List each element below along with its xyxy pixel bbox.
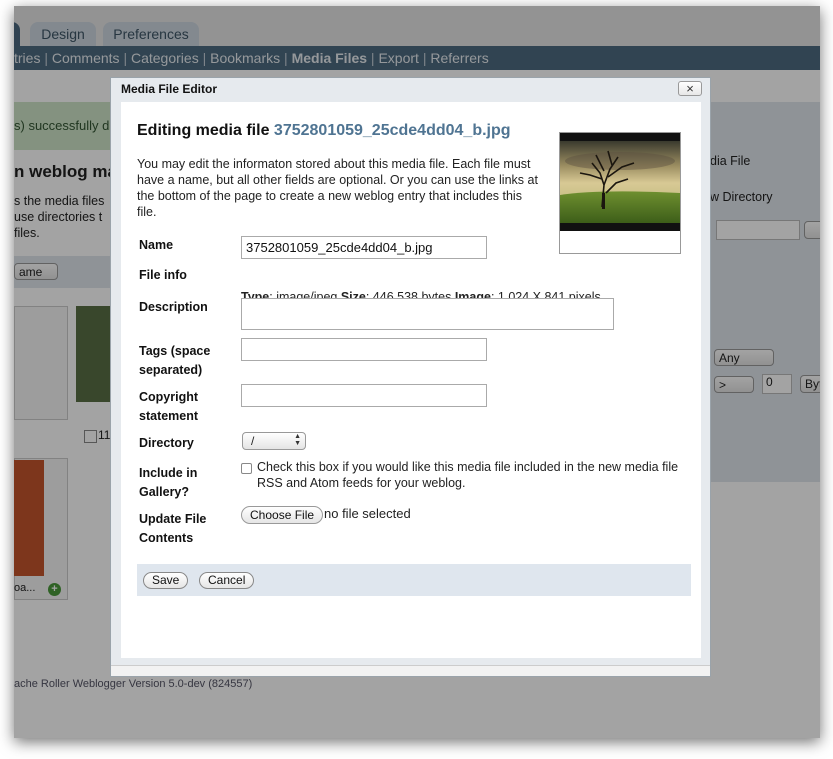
label-file-info: File info — [139, 268, 187, 282]
label-directory: Directory — [139, 436, 194, 450]
label-copyright: Copyright statement — [139, 390, 199, 423]
no-file-selected-text: no file selected — [324, 506, 411, 521]
media-thumbnail — [559, 132, 681, 254]
label-description: Description — [139, 300, 208, 314]
gallery-checkbox[interactable] — [241, 463, 252, 474]
label-tags: Tags (space separated) — [139, 344, 211, 377]
edit-heading-prefix: Editing media file — [137, 122, 270, 139]
dialog-title: Media File Editor — [121, 82, 218, 96]
description-textarea[interactable] — [241, 298, 614, 330]
label-update-file: Update File Contents — [139, 512, 207, 545]
dialog-button-bar: Save Cancel — [137, 564, 691, 596]
choose-file-button[interactable]: Choose File — [241, 506, 324, 524]
save-button[interactable]: Save — [143, 572, 189, 589]
copyright-input[interactable] — [241, 384, 487, 407]
thumbnail-image — [560, 133, 680, 231]
gallery-checkbox-text: Check this box if you would like this me… — [257, 460, 679, 490]
media-file-editor-dialog: Media File Editor × Editing media file 3… — [110, 77, 711, 677]
browser-window: Design Preferences tries | Comments | Ca… — [14, 6, 820, 738]
dialog-bottom-scrollbar[interactable] — [111, 665, 710, 676]
dialog-body: Editing media file 3752801059_25cde4dd04… — [121, 102, 701, 658]
close-icon[interactable]: × — [678, 81, 702, 96]
edit-heading: Editing media file 3752801059_25cde4dd04… — [137, 122, 511, 140]
cancel-button[interactable]: Cancel — [199, 572, 255, 589]
tags-input[interactable] — [241, 338, 487, 361]
label-name: Name — [139, 238, 174, 252]
intro-text: You may edit the informaton stored about… — [137, 157, 538, 219]
select-arrows-icon: ▲ ▼ — [294, 433, 301, 447]
edit-heading-filename: 3752801059_25cde4dd04_b.jpg — [273, 122, 511, 139]
directory-select[interactable]: / ▲ ▼ — [242, 432, 306, 450]
name-input[interactable] — [241, 236, 487, 259]
label-gallery: Include in Gallery? — [139, 466, 198, 499]
directory-select-value: / — [251, 434, 255, 448]
